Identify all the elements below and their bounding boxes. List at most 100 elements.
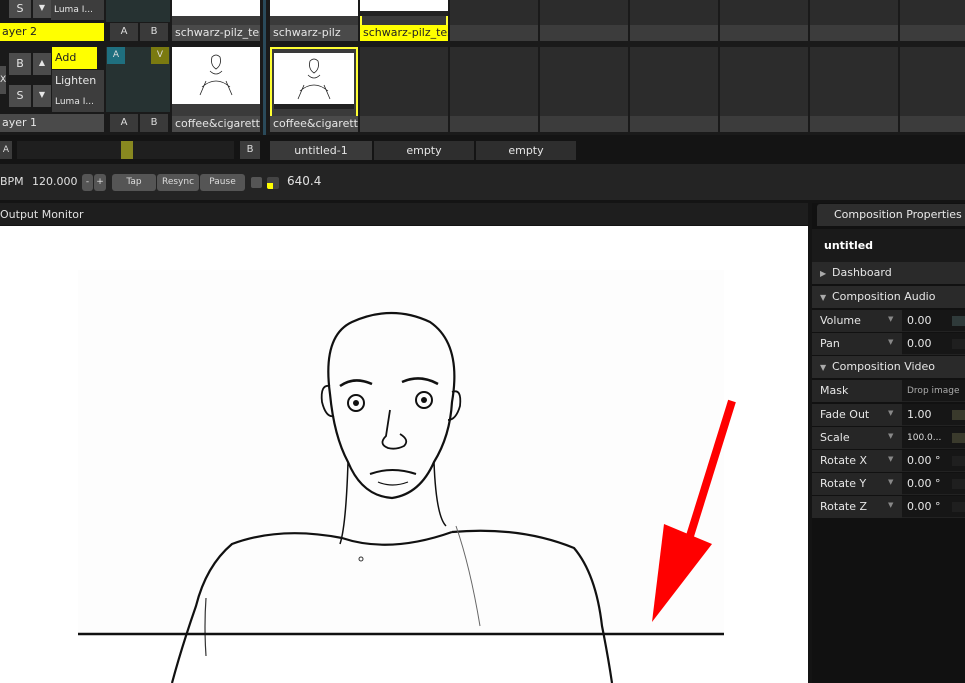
empty-clip-slot[interactable] xyxy=(450,47,538,132)
layer1-down-arrow[interactable]: ▼ xyxy=(33,85,51,107)
empty-clip-slot[interactable] xyxy=(540,0,628,41)
composition-name[interactable]: untitled xyxy=(812,229,965,262)
crossfader-a-button[interactable]: A xyxy=(0,141,12,159)
dropdown-arrow-icon[interactable]: ▼ xyxy=(888,338,893,346)
line-drawing-portrait xyxy=(78,270,736,683)
property-value[interactable]: 0.00 ° xyxy=(907,496,941,518)
empty-clip-slot[interactable] xyxy=(720,0,808,41)
empty-clip-slot[interactable] xyxy=(360,47,448,132)
clip-label: schwarz-pilz_test xyxy=(172,25,260,41)
property-row-fade-out[interactable]: Fade Out ▼ 1.00 xyxy=(812,404,965,426)
dropdown-arrow-icon[interactable]: ▼ xyxy=(888,501,893,509)
composition-video-section[interactable]: ▼ Composition Video xyxy=(812,356,965,378)
layer1-blend-luma[interactable]: Luma I... xyxy=(52,92,104,112)
property-row-scale[interactable]: Scale ▼ 100.0... xyxy=(812,427,965,449)
deck-tab-active[interactable]: untitled-1 xyxy=(270,141,372,160)
deck-tab[interactable]: empty xyxy=(374,141,474,160)
layer2-name[interactable]: ayer 2 xyxy=(0,23,104,41)
composition-audio-section[interactable]: ▼ Composition Audio xyxy=(812,286,965,308)
property-value[interactable]: 0.00 xyxy=(907,310,932,332)
composition-properties-tab[interactable]: Composition Properties xyxy=(817,204,965,226)
layer1-v-toggle[interactable]: V xyxy=(151,47,169,64)
property-row-volume[interactable]: Volume ▼ 0.00 xyxy=(812,310,965,332)
section-label: Composition Video xyxy=(832,360,936,373)
empty-clip-slot[interactable] xyxy=(810,0,898,41)
property-value[interactable]: 0.00 ° xyxy=(907,473,941,495)
value-slider[interactable] xyxy=(952,456,965,466)
collapse-arrow-icon: ▼ xyxy=(820,293,827,302)
output-monitor-title: Output Monitor xyxy=(0,208,84,221)
pause-button[interactable]: Pause xyxy=(200,174,245,191)
clip-layer2-3-selected[interactable]: schwarz-pilz_test xyxy=(360,0,448,41)
dropdown-arrow-icon[interactable]: ▼ xyxy=(888,432,893,440)
layer1-blend-lighten[interactable]: Lighten xyxy=(52,70,104,92)
clip-layer1-1[interactable]: coffee&cigaretts xyxy=(172,47,260,132)
layer1-blind-button[interactable]: B xyxy=(9,53,31,75)
value-slider[interactable] xyxy=(952,410,965,420)
layer1-b-button[interactable]: B xyxy=(140,114,168,132)
empty-clip-slot[interactable] xyxy=(900,47,965,132)
bpm-decrease-button[interactable]: - xyxy=(82,174,93,191)
property-value[interactable]: 1.00 xyxy=(907,404,932,426)
clip-thumbnail xyxy=(172,47,260,109)
property-value[interactable]: 0.00 xyxy=(907,333,932,355)
sketch-thumbnail-icon xyxy=(199,54,233,96)
layer1-up-arrow[interactable]: ▲ xyxy=(33,53,51,75)
dashboard-section[interactable]: ▶ Dashboard xyxy=(812,262,965,284)
output-monitor-header: Output Monitor xyxy=(0,203,808,225)
value-slider[interactable] xyxy=(952,433,965,443)
clip-label: coffee&cigaretts xyxy=(270,116,358,132)
clip-layer1-2-selected[interactable]: coffee&cigaretts xyxy=(270,47,358,132)
empty-clip-slot[interactable] xyxy=(630,0,718,41)
layer2-a-button[interactable]: A xyxy=(110,23,138,41)
layer2-b-button[interactable]: B xyxy=(140,23,168,41)
property-value[interactable]: 0.00 ° xyxy=(907,450,941,472)
empty-clip-slot[interactable] xyxy=(810,47,898,132)
dropdown-arrow-icon[interactable]: ▼ xyxy=(888,455,893,463)
resync-button[interactable]: Resync xyxy=(157,174,199,191)
mask-drop-target[interactable]: Drop image xyxy=(907,380,960,402)
property-row-pan[interactable]: Pan ▼ 0.00 xyxy=(812,333,965,355)
property-row-rotate-x[interactable]: Rotate X ▼ 0.00 ° xyxy=(812,450,965,472)
property-value[interactable]: 100.0... xyxy=(907,427,941,449)
crossfader-b-button[interactable]: B xyxy=(240,141,260,159)
dropdown-arrow-icon[interactable]: ▼ xyxy=(888,478,893,486)
property-row-mask[interactable]: Mask Drop image xyxy=(812,380,965,402)
clip-grid: S ▼ Luma I... ayer 2 A B schwarz-pilz_te… xyxy=(0,0,965,135)
crossfader-track[interactable] xyxy=(17,141,234,159)
layer1-a-button[interactable]: A xyxy=(110,114,138,132)
empty-clip-slot[interactable] xyxy=(450,0,538,41)
clock-source-icon[interactable] xyxy=(267,177,279,189)
property-row-rotate-z[interactable]: Rotate Z ▼ 0.00 ° xyxy=(812,496,965,518)
empty-clip-slot[interactable] xyxy=(720,47,808,132)
empty-clip-slot[interactable] xyxy=(630,47,718,132)
layer1-solo-button[interactable]: S xyxy=(9,85,31,107)
layer2-dropdown-arrow[interactable]: ▼ xyxy=(33,0,51,18)
value-slider[interactable] xyxy=(952,479,965,489)
tap-button[interactable]: Tap xyxy=(112,174,156,191)
layer1-side-button-x[interactable]: X xyxy=(0,66,6,94)
deck-tab[interactable]: empty xyxy=(476,141,576,160)
clip-layer2-2[interactable]: schwarz-pilz xyxy=(270,0,358,41)
property-row-rotate-y[interactable]: Rotate Y ▼ 0.00 ° xyxy=(812,473,965,495)
layer1-blend-add[interactable]: Add xyxy=(52,47,97,69)
sync-toggle[interactable] xyxy=(251,177,262,188)
bpm-increase-button[interactable]: + xyxy=(94,174,106,191)
layer1-name[interactable]: ayer 1 xyxy=(0,114,104,132)
layer2-solo-button[interactable]: S xyxy=(9,0,31,18)
empty-clip-slot[interactable] xyxy=(540,47,628,132)
dropdown-arrow-icon[interactable]: ▼ xyxy=(888,315,893,323)
clip-label: schwarz-pilz xyxy=(270,25,358,41)
composition-properties-panel: Composition Properties untitled ▶ Dashboa… xyxy=(812,203,965,683)
clip-layer2-1[interactable]: schwarz-pilz_test xyxy=(172,0,260,41)
value-slider[interactable] xyxy=(952,339,965,349)
empty-clip-slot[interactable] xyxy=(900,0,965,41)
layer2-blend-mode[interactable]: Luma I... xyxy=(51,0,104,20)
layer1-a-toggle[interactable]: A xyxy=(107,47,125,64)
value-slider[interactable] xyxy=(952,502,965,512)
value-slider[interactable] xyxy=(952,316,965,326)
clip-label: coffee&cigaretts xyxy=(172,116,260,132)
bpm-value[interactable]: 120.000 xyxy=(32,175,78,188)
crossfader-handle[interactable] xyxy=(121,141,133,159)
dropdown-arrow-icon[interactable]: ▼ xyxy=(888,409,893,417)
